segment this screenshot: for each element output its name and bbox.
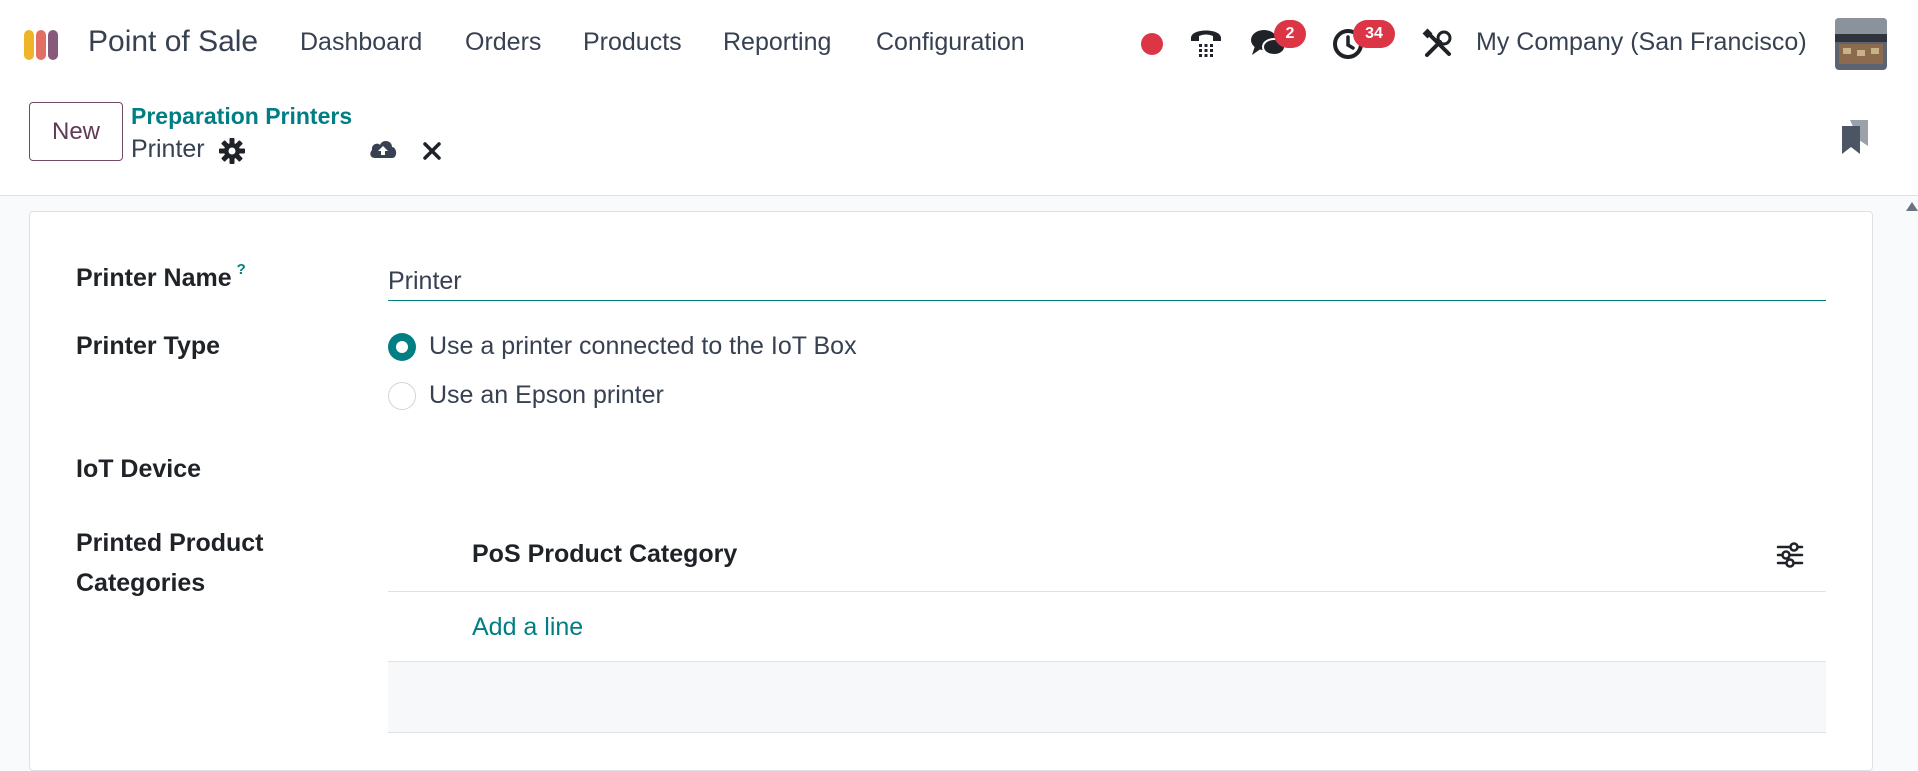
record-title: Printer [131, 135, 205, 163]
bookmark-icon[interactable] [1840, 120, 1870, 156]
radio-epson[interactable]: Use an Epson printer [388, 381, 664, 410]
iot-device-label: IoT Device [76, 455, 202, 483]
printer-name-input[interactable] [388, 263, 1826, 301]
messages-badge: 2 [1274, 20, 1306, 48]
radio-epson-label[interactable]: Use an Epson printer [429, 381, 664, 410]
radio-checked-icon[interactable] [388, 332, 416, 361]
printer-name-label-text: Printer Name [76, 264, 232, 292]
radio-iot-box-label[interactable]: Use a printer connected to the IoT Box [429, 332, 857, 361]
menu-orders[interactable]: Orders [465, 28, 541, 57]
table-empty-row [388, 662, 1826, 733]
tools-icon[interactable] [1422, 28, 1454, 60]
menu-reporting[interactable]: Reporting [723, 28, 831, 57]
top-navbar: Point of Sale Dashboard Orders Products … [0, 0, 1918, 88]
company-switcher[interactable]: My Company (San Francisco) [1476, 28, 1807, 57]
app-logo-icon[interactable] [24, 28, 58, 60]
phone-icon[interactable] [1188, 24, 1224, 60]
app-name[interactable]: Point of Sale [88, 25, 258, 59]
save-cloud-icon[interactable] [368, 137, 398, 161]
printer-name-label: Printer Name? [76, 261, 246, 293]
table-header-divider [388, 591, 1826, 592]
printer-type-label: Printer Type [76, 332, 221, 360]
optional-columns-icon[interactable] [1776, 542, 1804, 568]
categories-label-line2: Categories [76, 569, 206, 597]
categories-label-line1: Printed Product [76, 529, 264, 557]
control-panel: New Preparation Printers Printer [0, 88, 1918, 196]
help-tooltip-icon[interactable]: ? [237, 261, 246, 278]
add-line-link[interactable]: Add a line [472, 613, 583, 642]
status-dot-icon[interactable] [1140, 32, 1164, 56]
radio-unchecked-icon[interactable] [388, 381, 416, 410]
menu-dashboard[interactable]: Dashboard [300, 28, 422, 57]
discard-icon[interactable] [422, 141, 442, 161]
user-avatar[interactable] [1835, 18, 1887, 70]
activities-badge: 34 [1353, 20, 1395, 48]
breadcrumb-parent[interactable]: Preparation Printers [131, 103, 352, 130]
gear-icon[interactable] [219, 138, 245, 164]
menu-configuration[interactable]: Configuration [876, 28, 1025, 57]
scrollbar-up-arrow[interactable] [1906, 202, 1918, 211]
menu-products[interactable]: Products [583, 28, 682, 57]
new-button[interactable]: New [29, 102, 123, 161]
categories-label: Printed Product Categories [76, 523, 264, 603]
column-header-category[interactable]: PoS Product Category [472, 540, 737, 569]
radio-iot-box[interactable]: Use a printer connected to the IoT Box [388, 332, 857, 361]
